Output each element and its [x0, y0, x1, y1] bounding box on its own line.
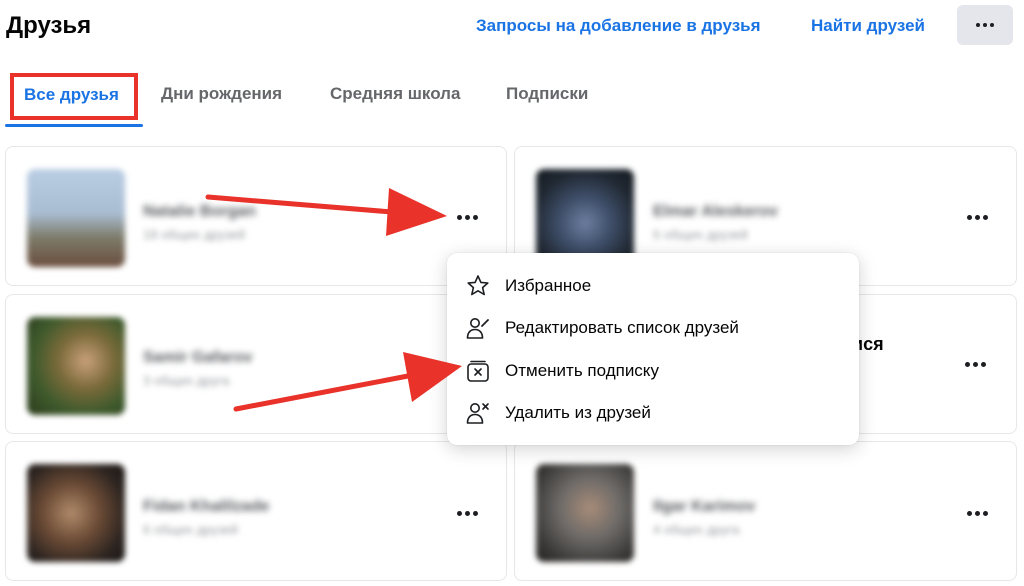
remove-friend-icon: [466, 403, 489, 424]
friend-options-button[interactable]: [449, 199, 485, 235]
mutual-friends: 3 общих друга: [143, 373, 230, 388]
edit-friend-list-icon: [466, 318, 489, 339]
active-tab-indicator: [5, 124, 143, 127]
mutual-friends: 6 общих друзей: [143, 522, 239, 537]
tab-all-friends[interactable]: Все друзья: [24, 85, 119, 105]
tab-high-school[interactable]: Средняя школа: [330, 84, 460, 104]
more-horizontal-icon: [964, 361, 970, 367]
menu-item-favorites[interactable]: Избранное: [447, 265, 859, 307]
friend-card[interactable]: Ilgar Karimov 4 общих друга: [514, 441, 1017, 581]
more-options-button[interactable]: [957, 5, 1013, 45]
tab-following[interactable]: Подписки: [506, 84, 588, 104]
avatar[interactable]: [27, 317, 125, 415]
menu-item-label: Редактировать список друзей: [505, 318, 739, 337]
friend-name[interactable]: Samir Gafarov: [143, 349, 252, 367]
friend-options-button[interactable]: [449, 495, 485, 531]
menu-item-label: Удалить из друзей: [505, 403, 651, 422]
friend-options-button[interactable]: [957, 346, 993, 382]
tab-birthdays[interactable]: Дни рождения: [161, 84, 282, 104]
mutual-friends: 6 общих друзей: [653, 227, 749, 242]
friend-card[interactable]: Samir Gafarov 3 общих друга: [5, 294, 507, 434]
more-horizontal-icon: [456, 510, 462, 516]
more-horizontal-icon: [456, 214, 462, 220]
menu-item-label: Избранное: [505, 276, 592, 295]
mutual-friends: 18 общих друзей: [143, 227, 246, 242]
friend-options-button[interactable]: [959, 495, 995, 531]
menu-item-unfollow[interactable]: Отменить подписку: [447, 350, 859, 392]
friend-name[interactable]: Natalie Borgan: [143, 203, 256, 221]
star-icon: [467, 275, 489, 296]
more-horizontal-icon: [976, 23, 980, 27]
friend-name[interactable]: Ilgar Karimov: [653, 498, 755, 516]
friends-tabs: Все друзья Дни рождения Средняя школа По…: [0, 70, 1024, 130]
more-horizontal-icon: [966, 214, 972, 220]
menu-item-remove-friend[interactable]: Удалить из друзей: [447, 392, 859, 434]
friend-name[interactable]: Elmar Aleskerov: [653, 203, 778, 221]
more-horizontal-icon: [966, 510, 972, 516]
avatar[interactable]: [27, 169, 125, 267]
friend-context-menu: Избранное Редактировать список друзей От…: [447, 253, 859, 445]
avatar[interactable]: [27, 464, 125, 562]
page-header: Друзья Запросы на добавление в друзья На…: [0, 0, 1024, 56]
unfollow-icon: [467, 360, 489, 382]
mutual-friends: 4 общих друга: [653, 522, 740, 537]
friend-options-button[interactable]: [959, 199, 995, 235]
friend-name[interactable]: Fidan Khalilzade: [143, 498, 269, 516]
friend-card[interactable]: Natalie Borgan 18 общих друзей: [5, 146, 507, 286]
menu-item-edit-friend-list[interactable]: Редактировать список друзей: [447, 307, 859, 349]
page-title: Друзья: [6, 12, 92, 39]
friend-requests-link[interactable]: Запросы на добавление в друзья: [476, 16, 761, 36]
find-friends-link[interactable]: Найти друзей: [811, 16, 925, 36]
avatar[interactable]: [536, 464, 634, 562]
friend-card[interactable]: Fidan Khalilzade 6 общих друзей: [5, 441, 507, 581]
menu-item-label: Отменить подписку: [505, 361, 659, 380]
